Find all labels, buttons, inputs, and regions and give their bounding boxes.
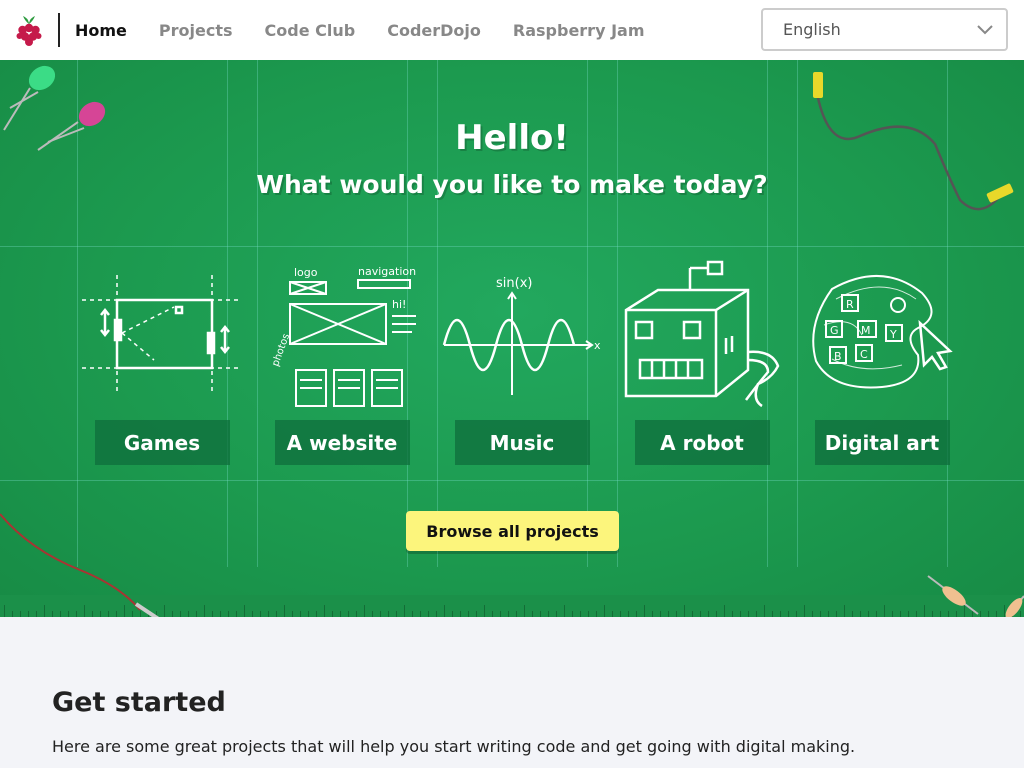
- get-started-title: Get started: [52, 687, 226, 718]
- nav-code-club[interactable]: Code Club: [265, 21, 356, 40]
- category-label: Games: [94, 420, 230, 465]
- ruler-tick: [404, 605, 405, 617]
- hero-subtitle: What would you like to make today?: [256, 170, 768, 199]
- ruler-tick: [364, 605, 365, 617]
- music-sketch-icon: sin(x) x: [442, 260, 602, 410]
- get-started-section: Get started Here are some great projects…: [0, 617, 1024, 768]
- browse-all-projects-button[interactable]: Browse all projects: [406, 511, 619, 551]
- ruler-tick: [484, 605, 485, 617]
- sketch-text: sin(x): [496, 276, 532, 291]
- ruler-tick: [844, 605, 845, 617]
- site-header: Home Projects Code Club CoderDojo Raspbe…: [0, 0, 1024, 60]
- category-label: A website: [274, 420, 410, 465]
- robot-sketch-icon: [622, 260, 782, 410]
- resistor-decoration: [927, 575, 1024, 617]
- ruler-tick: [524, 605, 525, 617]
- grid-line: [0, 480, 1024, 481]
- ruler-tick: [324, 605, 325, 617]
- ruler-tick: [244, 605, 245, 617]
- ruler-tick: [764, 605, 765, 617]
- chevron-down-icon: [977, 25, 993, 35]
- grid-line: [0, 246, 1024, 247]
- logo-divider: [58, 13, 60, 47]
- sketch-text: R: [846, 298, 854, 311]
- sketch-text: x: [594, 339, 601, 352]
- sketch-text: hi!: [392, 298, 406, 311]
- ruler-tick: [604, 605, 605, 617]
- ruler-tick: [444, 605, 445, 617]
- category-label: Digital art: [814, 420, 950, 465]
- main-nav: Home Projects Code Club CoderDojo Raspbe…: [75, 21, 677, 40]
- sketch-text: navigation: [358, 265, 416, 278]
- category-label: Music: [454, 420, 590, 465]
- ruler-tick: [724, 605, 725, 617]
- ruler-tick: [204, 605, 205, 617]
- ruler-tick: [684, 605, 685, 617]
- sketch-text: logo: [294, 266, 318, 279]
- category-label: A robot: [634, 420, 770, 465]
- get-started-text: Here are some great projects that will h…: [52, 737, 856, 756]
- raspberry-pi-logo[interactable]: [0, 0, 58, 60]
- category-robot[interactable]: A robot: [612, 260, 792, 465]
- category-games[interactable]: Games: [72, 260, 252, 465]
- sketch-text: M: [861, 324, 871, 337]
- ruler-tick: [284, 605, 285, 617]
- category-website[interactable]: logo navigation hi! photos A website: [252, 260, 432, 465]
- red-wire-decoration: [0, 513, 160, 617]
- nav-raspberry-jam[interactable]: Raspberry Jam: [513, 21, 645, 40]
- nav-coderdojo[interactable]: CoderDojo: [387, 21, 481, 40]
- language-select[interactable]: English: [761, 8, 1008, 51]
- website-sketch-icon: logo navigation hi! photos: [262, 260, 422, 410]
- ruler-tick: [564, 605, 565, 617]
- category-music[interactable]: sin(x) x Music: [432, 260, 612, 465]
- nav-home[interactable]: Home: [75, 21, 127, 40]
- ruler-tick: [804, 605, 805, 617]
- sketch-text: C: [860, 348, 868, 361]
- nav-projects[interactable]: Projects: [159, 21, 233, 40]
- category-list: Games logo navigation hi! photos A websi…: [72, 260, 972, 465]
- sketch-text: photos: [270, 332, 292, 368]
- language-value: English: [783, 20, 841, 39]
- ruler-tick: [644, 605, 645, 617]
- games-sketch-icon: [82, 260, 242, 410]
- ruler-tick: [884, 605, 885, 617]
- sketch-text: G: [830, 324, 839, 337]
- hero-title: Hello!: [455, 118, 569, 158]
- digital-art-sketch-icon: R G M Y B C: [802, 260, 962, 410]
- sketch-text: Y: [889, 328, 897, 341]
- hero-section: Hello! What would you like to make today…: [0, 60, 1024, 617]
- sketch-text: B: [834, 350, 842, 363]
- raspberry-icon: [16, 16, 42, 46]
- category-digital-art[interactable]: R G M Y B C Digital art: [792, 260, 972, 465]
